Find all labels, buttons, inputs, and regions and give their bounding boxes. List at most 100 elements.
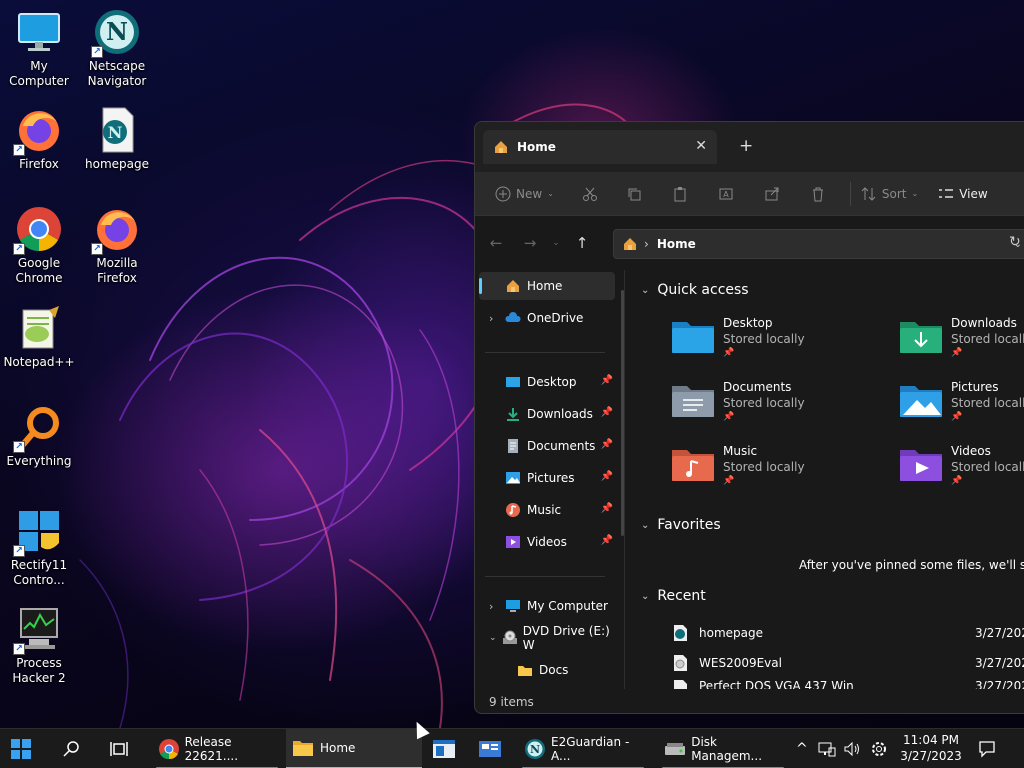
notification-center-icon[interactable]	[978, 729, 998, 768]
pin-icon: 📌	[600, 503, 613, 514]
navigation-scrollbar[interactable]	[621, 290, 624, 536]
up-icon[interactable]: ↑	[565, 234, 599, 252]
desktop-icon-process-hacker[interactable]: ↗ Process Hacker 2	[0, 605, 78, 686]
desktop-icon-mozilla-firefox[interactable]: ↗ Mozilla Firefox	[78, 205, 156, 286]
address-bar[interactable]: › Home ⌄	[613, 229, 1024, 259]
nav-item-dvd-drive[interactable]: ⌄ DVD Drive (E:) W	[479, 624, 615, 652]
selection-indicator	[479, 278, 482, 294]
chrome-icon	[159, 739, 179, 760]
cloud-icon	[505, 312, 521, 322]
new-button[interactable]: New ⌄	[475, 172, 564, 216]
svg-text:N: N	[108, 123, 123, 142]
quick-access-pictures[interactable]: Pictures Stored locally 📌	[899, 378, 1024, 434]
nav-item-desktop[interactable]: Desktop 📌	[479, 368, 615, 396]
breadcrumb-chevron-icon: ›	[644, 237, 649, 251]
quick-access-music[interactable]: Music Stored locally 📌	[671, 442, 891, 498]
nav-item-docs[interactable]: Docs	[479, 656, 615, 684]
desktop-icon-notepadpp[interactable]: Notepad++	[0, 304, 78, 370]
paste-button[interactable]	[652, 172, 698, 216]
search-button[interactable]	[62, 729, 84, 768]
folder-status: Stored locally	[951, 460, 1024, 474]
quick-access-downloads[interactable]: Downloads Stored locally 📌	[899, 314, 1024, 370]
delete-button[interactable]	[790, 172, 836, 216]
videos-folder-icon	[900, 450, 942, 481]
taskbar-item-label: E2Guardian - A...	[551, 735, 630, 763]
address-bar-row: ← → ⌄ ↑ › Home ⌄ ↻	[475, 226, 1024, 260]
favorites-header[interactable]: ⌄ Favorites	[641, 517, 721, 533]
quick-access-desktop[interactable]: Desktop Stored locally 📌	[671, 314, 891, 370]
trash-icon	[812, 187, 823, 201]
view-button[interactable]: View	[928, 172, 997, 216]
desktop-icon-everything[interactable]: ↗ Everything	[0, 403, 78, 469]
breadcrumb-home[interactable]: Home	[657, 237, 696, 251]
desktop-icon-label: Process Hacker 2	[12, 656, 66, 685]
new-tab-icon[interactable]: +	[739, 136, 753, 156]
settings-gear-icon[interactable]	[870, 729, 890, 768]
music-folder-icon	[672, 450, 714, 481]
nav-item-label: Home	[527, 279, 563, 293]
document-icon	[508, 439, 518, 453]
chevron-down-icon[interactable]: ⌄	[489, 633, 497, 643]
nav-item-my-computer[interactable]: › My Computer	[479, 592, 615, 620]
nav-item-pictures[interactable]: Pictures 📌	[479, 464, 615, 492]
rename-button[interactable]: A	[698, 172, 744, 216]
font-file-icon	[674, 680, 687, 689]
disc-image-icon	[674, 655, 687, 671]
netscape-icon: N ↗	[91, 8, 141, 58]
taskbar-disk-management[interactable]: Disk Managem...	[658, 729, 788, 768]
taskbar-file-explorer[interactable]: Home	[286, 729, 422, 768]
nav-item-home[interactable]: Home	[479, 272, 615, 300]
desktop-icon-label: Everything	[6, 454, 72, 468]
desktop-icon-homepage[interactable]: N homepage	[78, 106, 156, 172]
network-icon[interactable]	[818, 729, 838, 768]
chevron-right-icon[interactable]: ›	[489, 312, 493, 325]
desktop-icon-label: Google Chrome	[15, 256, 63, 285]
quick-access-videos[interactable]: Videos Stored locally 📌	[899, 442, 1024, 498]
firefox-icon: ↗	[91, 205, 141, 255]
recent-locations-icon[interactable]: ⌄	[547, 238, 565, 248]
desktop-icon-firefox[interactable]: ↗ Firefox	[0, 106, 78, 172]
chevron-right-icon[interactable]: ›	[489, 600, 493, 613]
shortcut-arrow-icon: ↗	[13, 643, 25, 655]
task-view-button[interactable]	[110, 729, 132, 768]
volume-icon[interactable]	[843, 729, 863, 768]
netscape-document-icon	[674, 625, 687, 641]
taskbar-e2guardian[interactable]: N E2Guardian - A...	[518, 729, 648, 768]
desktop-icon-netscape-navigator[interactable]: N ↗ Netscape Navigator	[78, 8, 156, 89]
taskbar-chrome[interactable]: Release 22621....	[152, 729, 282, 768]
quick-access-header[interactable]: ⌄ Quick access	[641, 282, 749, 298]
nav-item-downloads[interactable]: Downloads 📌	[479, 400, 615, 428]
recent-item[interactable]: homepage 3/27/2023	[671, 622, 1024, 644]
desktop-icon-my-computer[interactable]: My Computer	[0, 8, 78, 89]
recent-header[interactable]: ⌄ Recent	[641, 588, 706, 604]
desktop-icon-rectify11[interactable]: ↗ Rectify11 Contro...	[0, 507, 78, 588]
rename-icon: A	[719, 188, 733, 199]
desktop-icon-google-chrome[interactable]: ↗ Google Chrome	[0, 205, 78, 286]
start-button[interactable]	[10, 729, 38, 768]
section-title: Recent	[657, 588, 706, 604]
system-clock[interactable]: 11:04 PM 3/27/2023	[896, 732, 966, 764]
taskbar-app[interactable]	[432, 729, 460, 768]
chevron-down-icon: ⌄	[641, 284, 650, 296]
refresh-icon[interactable]: ↻	[1009, 234, 1021, 250]
nav-item-documents[interactable]: Documents 📌	[479, 432, 615, 460]
copy-button[interactable]	[608, 172, 652, 216]
sort-button[interactable]: Sort ⌄	[851, 172, 928, 216]
back-icon[interactable]: ←	[479, 234, 513, 252]
cut-button[interactable]	[572, 172, 608, 216]
taskbar-app[interactable]	[478, 729, 506, 768]
show-hidden-icons-chevron-up-icon[interactable]: ^	[796, 729, 812, 768]
close-tab-icon[interactable]: ✕	[695, 138, 707, 154]
recent-item[interactable]: WES2009Eval 3/27/2023	[671, 652, 1024, 674]
status-bar-item-count: 9 items	[489, 695, 534, 709]
downloads-folder-icon	[900, 322, 942, 353]
share-button[interactable]	[744, 172, 790, 216]
nav-item-videos[interactable]: Videos 📌	[479, 528, 615, 556]
nav-item-onedrive[interactable]: › OneDrive	[479, 304, 615, 332]
tab-home[interactable]: Home ✕	[483, 130, 717, 164]
quick-access-documents[interactable]: Documents Stored locally 📌	[671, 378, 891, 434]
forward-icon[interactable]: →	[513, 234, 547, 252]
nav-item-music[interactable]: Music 📌	[479, 496, 615, 524]
folder-icon	[518, 666, 532, 676]
recent-item[interactable]: Perfect DOS VGA 437 Win 3/27/2023	[671, 679, 1024, 689]
